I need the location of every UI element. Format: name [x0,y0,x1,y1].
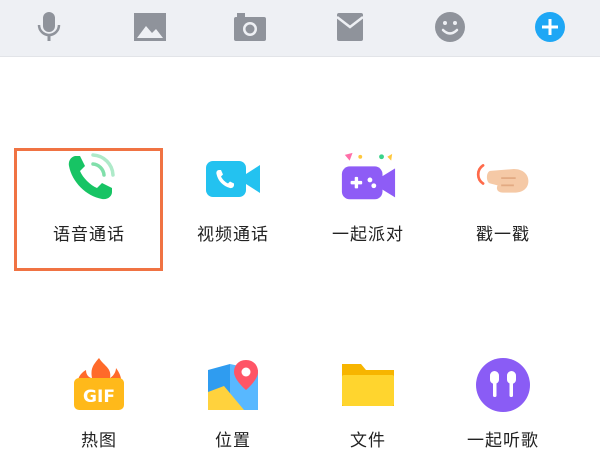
location-map-icon [204,356,262,414]
poke-hand-icon [474,150,532,208]
party-game-icon [339,150,397,208]
poke-label: 戳一戳 [476,225,530,245]
red-packet-icon[interactable] [333,10,367,44]
listen-together-label: 一起听歌 [467,431,539,451]
camera-icon[interactable] [233,10,267,44]
image-icon[interactable] [133,10,167,44]
earphones-icon [474,356,532,414]
party-label: 一起派对 [332,225,404,245]
input-toolbar [0,0,600,57]
party-button[interactable]: 一起派对 [303,150,433,260]
phone-call-icon [60,150,118,208]
video-call-button[interactable]: 视频通话 [168,150,298,260]
video-call-label: 视频通话 [197,225,269,245]
poke-button[interactable]: 戳一戳 [438,150,568,260]
hot-image-label: 热图 [81,431,117,451]
microphone-icon[interactable] [32,10,66,44]
plus-icon[interactable] [533,10,567,44]
voice-call-label: 语音通话 [53,225,125,245]
location-label: 位置 [215,431,251,451]
svg-text:GIF: GIF [83,387,115,407]
video-call-icon [204,150,262,208]
file-label: 文件 [350,431,386,451]
voice-call-button[interactable]: 语音通话 [24,150,154,260]
folder-icon [339,356,397,414]
emoji-icon[interactable] [433,10,467,44]
hot-gif-icon: GIF [70,356,128,414]
